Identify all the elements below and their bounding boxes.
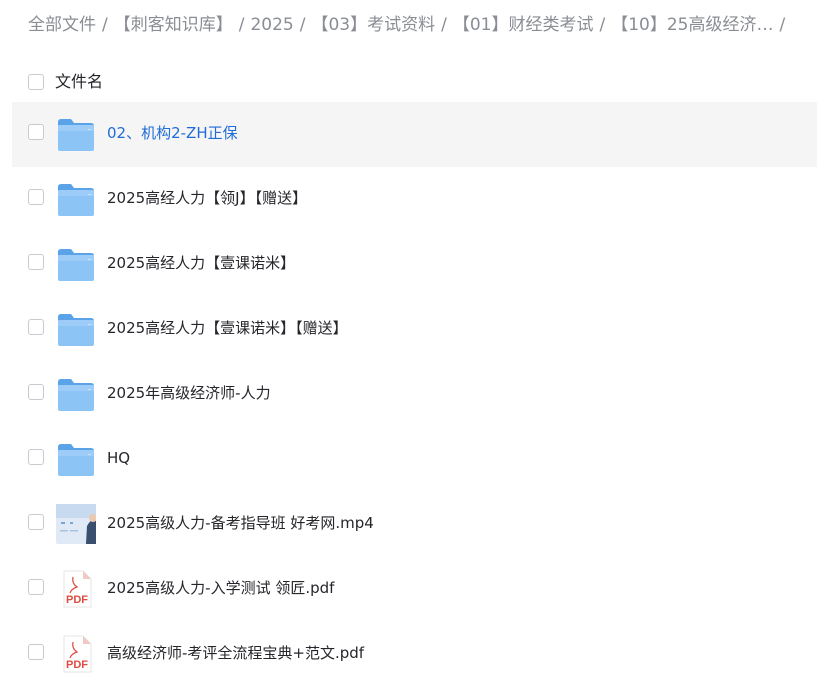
file-row[interactable]: 2025高经人力【壹课诺米】【赠送】	[12, 297, 817, 362]
file-row[interactable]: 2025高经人力【壹课诺米】	[12, 232, 817, 297]
file-list-header: 文件名	[12, 62, 817, 102]
row-checkbox[interactable]	[28, 449, 44, 465]
video-thumbnail[interactable]	[56, 504, 96, 544]
row-checkbox[interactable]	[28, 514, 44, 530]
pdf-file-icon[interactable]: PDF	[56, 569, 96, 609]
file-row[interactable]: 2025高经人力【领J】【赠送】	[12, 167, 817, 232]
file-name[interactable]: HQ	[107, 446, 130, 470]
row-checkbox[interactable]	[28, 644, 44, 660]
column-header-filename[interactable]: 文件名	[55, 70, 103, 94]
row-checkbox[interactable]	[28, 319, 44, 335]
folder-icon[interactable]	[56, 114, 96, 154]
breadcrumb-item[interactable]: 2025	[250, 15, 293, 35]
file-name[interactable]: 02、机构2-ZH正保	[107, 121, 238, 145]
file-row[interactable]: HQ	[12, 427, 817, 492]
file-row[interactable]: PDF 2025高级人力-入学测试 领匠.pdf	[12, 557, 817, 622]
breadcrumb-item-all-files[interactable]: 全部文件	[28, 15, 96, 35]
breadcrumb-item[interactable]: 【03】考试资料	[311, 15, 435, 35]
select-all-checkbox[interactable]	[28, 74, 44, 90]
breadcrumb-separator: /	[238, 15, 245, 35]
row-checkbox[interactable]	[28, 189, 44, 205]
file-name[interactable]: 2025高经人力【壹课诺米】【赠送】	[107, 316, 348, 340]
breadcrumb-separator: /	[299, 15, 306, 35]
file-list: 02、机构2-ZH正保 2025高经人力【领J】【赠送】 2025高经人力【壹课诺米…	[12, 102, 817, 687]
svg-text:PDF: PDF	[66, 659, 88, 671]
svg-text:PDF: PDF	[66, 594, 88, 606]
file-name[interactable]: 2025年高级经济师-人力	[107, 381, 271, 405]
file-row[interactable]: 2025高级人力-备考指导班 好考网.mp4	[12, 492, 817, 557]
file-name[interactable]: 2025高级人力-入学测试 领匠.pdf	[107, 576, 334, 600]
row-checkbox[interactable]	[28, 384, 44, 400]
folder-icon[interactable]	[56, 309, 96, 349]
file-row[interactable]: 02、机构2-ZH正保	[12, 102, 817, 167]
file-name[interactable]: 2025高经人力【领J】【赠送】	[107, 186, 307, 210]
pdf-file-icon[interactable]: PDF	[56, 634, 96, 674]
breadcrumb-separator: /	[441, 15, 447, 35]
breadcrumb-separator: /	[599, 15, 606, 35]
file-name[interactable]: 2025高经人力【壹课诺米】	[107, 251, 295, 275]
row-checkbox[interactable]	[28, 579, 44, 595]
folder-icon[interactable]	[56, 244, 96, 284]
file-name[interactable]: 2025高级人力-备考指导班 好考网.mp4	[107, 511, 374, 535]
breadcrumb-separator: /	[779, 15, 786, 35]
file-name[interactable]: 高级经济师-考评全流程宝典+范文.pdf	[107, 641, 364, 665]
file-row[interactable]: 2025年高级经济师-人力	[12, 362, 817, 427]
breadcrumb: 全部文件 / 【刺客知识库】/2025/【03】考试资料 / 【01】财经类考试 / 【10…	[28, 12, 817, 38]
row-checkbox[interactable]	[28, 124, 44, 140]
breadcrumb-separator: /	[102, 15, 108, 35]
breadcrumb-item-current[interactable]: 【10】25高级经济…	[611, 15, 773, 35]
folder-icon[interactable]	[56, 374, 96, 414]
breadcrumb-item[interactable]: 【01】财经类考试	[453, 15, 594, 35]
row-checkbox[interactable]	[28, 254, 44, 270]
file-row[interactable]: PDF 高级经济师-考评全流程宝典+范文.pdf	[12, 622, 817, 687]
folder-icon[interactable]	[56, 179, 96, 219]
breadcrumb-item[interactable]: 【刺客知识库】	[114, 15, 233, 35]
folder-icon[interactable]	[56, 439, 96, 479]
